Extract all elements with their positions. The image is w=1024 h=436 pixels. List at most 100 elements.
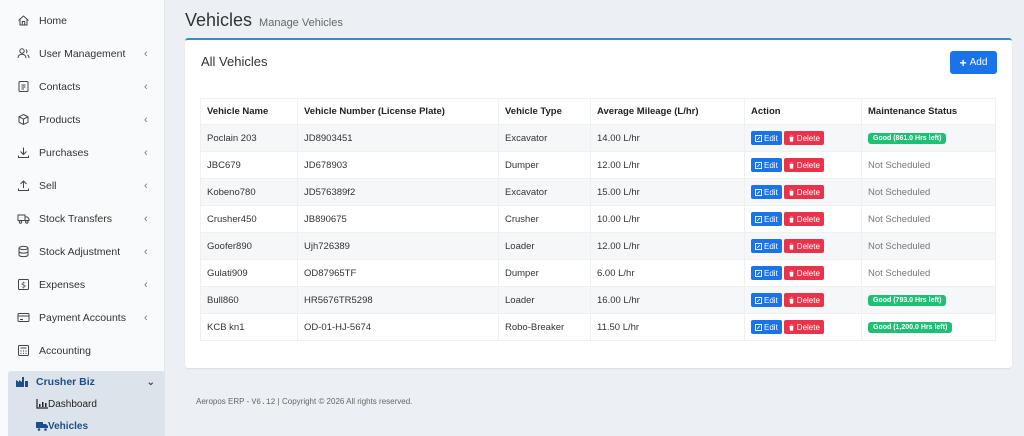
edit-label: Edit: [764, 295, 778, 305]
delete-button[interactable]: Delete: [783, 320, 824, 334]
vehicle-name-cell: Goofer890: [200, 232, 298, 260]
chevron-left-icon: ‹: [144, 179, 148, 192]
sidebar-item-user-management[interactable]: User Management ‹: [0, 37, 164, 70]
sidebar-item-label: Products: [39, 113, 81, 126]
sidebar-item-label: Accounting: [39, 344, 91, 357]
footer: Aeropos ERP - V6.12 | Copyright © 2026 A…: [196, 397, 412, 407]
edit-label: Edit: [764, 187, 778, 197]
mileage-cell: 12.00 L/hr: [590, 151, 745, 179]
footer-version: V6.12: [251, 398, 276, 407]
delete-button[interactable]: Delete: [783, 158, 824, 172]
delete-label: Delete: [796, 160, 820, 170]
status-badge: Good (861.0 Hrs left): [868, 133, 947, 144]
sidebar-subitem-dashboard[interactable]: Dashboard: [8, 393, 165, 415]
delete-button[interactable]: Delete: [783, 266, 824, 280]
sidebar-item-stock-adjustment[interactable]: Stock Adjustment ‹: [0, 235, 164, 268]
delete-button[interactable]: Delete: [783, 239, 824, 253]
action-cell: Edit Delete: [744, 232, 862, 260]
action-cell: Edit Delete: [744, 286, 862, 314]
column-header[interactable]: Maintenance Status: [861, 98, 996, 125]
action-cell: Edit Delete: [744, 205, 862, 233]
chevron-left-icon: ‹: [144, 146, 148, 159]
sidebar-item-expenses[interactable]: $ Expenses ‹: [0, 268, 164, 301]
vehicles-card: All Vehicles + Add Vehicle Name Vehicle …: [185, 38, 1012, 368]
column-header[interactable]: Average Mileage (L/hr): [590, 98, 745, 125]
edit-button[interactable]: Edit: [751, 158, 782, 172]
delete-label: Delete: [796, 214, 820, 224]
edit-button[interactable]: Edit: [751, 239, 782, 253]
edit-button[interactable]: Edit: [751, 212, 782, 226]
edit-button[interactable]: Edit: [751, 293, 782, 307]
sidebar-item-stock-transfers[interactable]: Stock Transfers ‹: [0, 202, 164, 235]
edit-icon: [755, 296, 762, 304]
mileage-cell: 11.50 L/hr: [590, 313, 745, 341]
sidebar-group-header[interactable]: Crusher Biz ⌄: [8, 371, 165, 393]
mileage-cell: 14.00 L/hr: [590, 124, 745, 152]
edit-button[interactable]: Edit: [751, 266, 782, 280]
sidebar-item-label: Payment Accounts: [39, 311, 126, 324]
delete-label: Delete: [796, 187, 820, 197]
sidebar-item-sell[interactable]: Sell ‹: [0, 169, 164, 202]
sidebar-subitem-vehicles[interactable]: Vehicles: [8, 415, 165, 436]
action-cell: Edit Delete: [744, 313, 862, 341]
sidebar-item-label: Sell: [39, 179, 57, 192]
vehicle-name-cell: Crusher450: [200, 205, 298, 233]
table-row: Goofer890 Ujh726389 Loader 12.00 L/hr Edit De…: [200, 232, 996, 260]
chevron-left-icon: ‹: [144, 278, 148, 291]
column-header[interactable]: Vehicle Name: [200, 98, 298, 125]
sidebar-subitem-label: Vehicles: [48, 420, 89, 432]
action-cell: Edit Delete: [744, 124, 862, 152]
edit-button[interactable]: Edit: [751, 185, 782, 199]
delete-button[interactable]: Delete: [783, 293, 824, 307]
vehicle-type-cell: Dumper: [498, 259, 591, 287]
vehicle-name-cell: Kobeno780: [200, 178, 298, 206]
sidebar-group-label: Crusher Biz: [36, 376, 95, 388]
table-row: Bull860 HR5676TR5298 Loader 16.00 L/hr Edit D…: [200, 286, 996, 314]
status-badge: Good (793.0 Hrs left): [868, 295, 947, 306]
sidebar-item-label: Expenses: [39, 278, 86, 291]
action-cell: Edit Delete: [744, 259, 862, 287]
column-header[interactable]: Action: [744, 98, 862, 125]
sidebar-item-contacts[interactable]: Contacts ‹: [0, 70, 164, 103]
delete-label: Delete: [796, 241, 820, 251]
delete-button[interactable]: Delete: [783, 212, 824, 226]
edit-button[interactable]: Edit: [751, 320, 782, 334]
edit-icon: [755, 161, 762, 169]
sidebar-item-products[interactable]: Products ‹: [0, 103, 164, 136]
trash-icon: [788, 134, 794, 142]
sidebar-item-home[interactable]: Home: [0, 4, 164, 37]
sidebar-item-payment-accounts[interactable]: Payment Accounts ‹: [0, 301, 164, 334]
mileage-cell: 12.00 L/hr: [590, 232, 745, 260]
truck-icon: [16, 212, 30, 226]
delete-button[interactable]: Delete: [783, 131, 824, 145]
sidebar-item-accounting[interactable]: Accounting: [0, 334, 164, 367]
database-icon: [16, 245, 30, 259]
table-header-row: Vehicle Name Vehicle Number (License Pla…: [200, 98, 996, 125]
calculator-icon: [16, 344, 30, 358]
vehicle-type-cell: Excavator: [498, 124, 591, 152]
vehicle-number-cell: JB890675: [297, 205, 499, 233]
add-button-label: Add: [969, 57, 988, 68]
vehicle-number-cell: HR5676TR5298: [297, 286, 499, 314]
vehicle-number-cell: OD87965TF: [297, 259, 499, 287]
mileage-cell: 6.00 L/hr: [590, 259, 745, 287]
column-header[interactable]: Vehicle Number (License Plate): [297, 98, 499, 125]
footer-copyright: | Copyright © 2026 All rights reserved.: [275, 397, 413, 406]
edit-button[interactable]: Edit: [751, 131, 782, 145]
chevron-left-icon: ‹: [144, 80, 148, 93]
chart-icon: [36, 399, 48, 409]
add-vehicle-button[interactable]: + Add: [950, 51, 997, 74]
edit-icon: [755, 134, 762, 142]
vehicle-type-cell: Excavator: [498, 178, 591, 206]
table-body: Poclain 203 JD8903451 Excavator 14.00 L/hr E…: [200, 124, 996, 341]
trash-icon: [788, 242, 794, 250]
sidebar-item-purchases[interactable]: Purchases ‹: [0, 136, 164, 169]
column-header[interactable]: Vehicle Type: [498, 98, 591, 125]
chevron-left-icon: ‹: [144, 113, 148, 126]
edit-label: Edit: [764, 241, 778, 251]
footer-prefix: Aeropos ERP -: [196, 397, 252, 406]
delete-button[interactable]: Delete: [783, 185, 824, 199]
sidebar-item-label: Purchases: [39, 146, 89, 159]
chevron-left-icon: ‹: [144, 311, 148, 324]
maintenance-status-cell: Good (793.0 Hrs left): [861, 286, 996, 314]
